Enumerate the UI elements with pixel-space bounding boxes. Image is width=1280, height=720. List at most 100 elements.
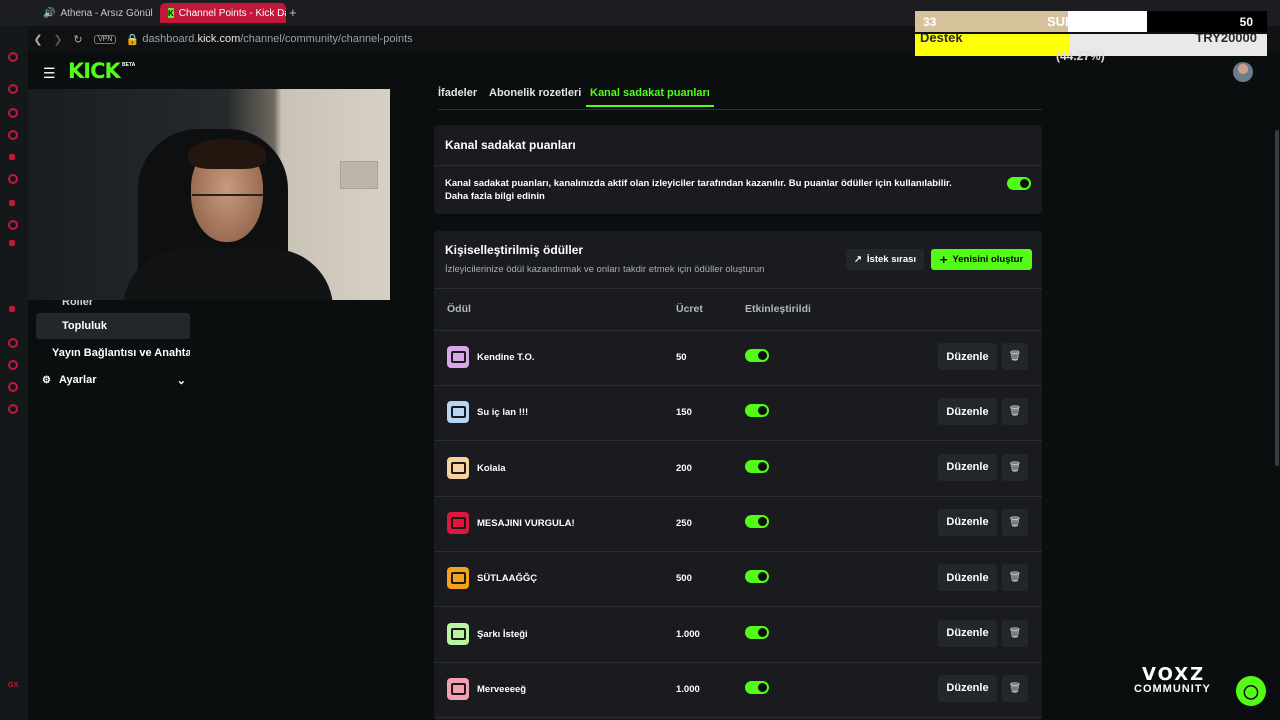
edit-button[interactable]: Düzenle: [938, 564, 997, 592]
vpn-badge[interactable]: VPN: [94, 34, 117, 44]
reward-name: Merveeeeğ: [477, 683, 527, 695]
tab-title: Channel Points - Kick Da: [178, 7, 286, 19]
sidebar-app-icon[interactable]: [9, 154, 15, 160]
edit-button[interactable]: Düzenle: [938, 343, 997, 370]
sidebar-app-icon[interactable]: [9, 306, 15, 312]
menu-icon[interactable]: ☰: [43, 65, 56, 82]
reward-enabled-toggle[interactable]: [745, 404, 769, 418]
sidebar-item-settings[interactable]: ⚙ Ayarlar ⌄: [42, 374, 190, 387]
sidebar-item-community[interactable]: Topluluk: [36, 313, 190, 339]
tab-sub-badges[interactable]: Abonelik rozetleri: [489, 87, 581, 99]
external-link-icon: ↗: [853, 254, 862, 265]
back-icon[interactable]: ❮: [28, 33, 48, 46]
gx-icon[interactable]: GX: [8, 682, 18, 689]
url-domain: kick.com: [197, 33, 241, 45]
donation-percent: (44.27%): [1056, 49, 1105, 63]
trash-icon[interactable]: 🗑: [1002, 453, 1028, 481]
scrollbar[interactable]: [1275, 130, 1279, 466]
speaker-icon[interactable]: 🔊: [43, 8, 55, 19]
forward-icon[interactable]: ❯: [48, 33, 68, 46]
edit-button[interactable]: Düzenle: [938, 398, 997, 426]
trash-icon[interactable]: 🗑: [1002, 674, 1028, 702]
history-icon[interactable]: [8, 360, 18, 370]
sidebar-app-icon[interactable]: [9, 240, 15, 246]
column-cost: Ücret: [676, 303, 703, 315]
reward-icon: [447, 511, 469, 534]
reward-enabled-toggle[interactable]: [745, 570, 769, 584]
sidebar-app-icon[interactable]: [8, 52, 18, 62]
settings-icon[interactable]: [8, 404, 18, 414]
sidebar-app-icon[interactable]: [8, 174, 18, 184]
reward-name: SÜTLAAĞĞÇ: [477, 573, 538, 585]
brand-name: VOXZ: [1142, 664, 1206, 685]
reward-cost: 50: [676, 352, 687, 363]
card-title: Kanal sadakat puanları: [445, 138, 576, 152]
reward-icon: [447, 456, 469, 479]
reward-enabled-toggle[interactable]: [745, 625, 769, 639]
reward-icon: [447, 567, 469, 590]
reward-cost: 200: [676, 462, 692, 474]
url-prefix: dashboard.: [142, 33, 198, 45]
kick-logo[interactable]: KICK: [68, 59, 121, 83]
reward-enabled-toggle[interactable]: [745, 680, 769, 694]
table-row: MESAJINI VURGULA! 250 Düzenle 🗑: [434, 496, 1042, 552]
learn-more-link[interactable]: Daha fazla bilgi edinin: [445, 191, 545, 202]
card-subtitle: İzleyicilerinize ödül kazandırmak ve onl…: [445, 264, 765, 275]
table-row: SÜTLAAĞĞÇ 500 Düzenle 🗑: [434, 551, 1042, 608]
browser-tab[interactable]: 🔊 Athena - Arsız Gönül: [30, 3, 154, 23]
url-field[interactable]: dashboard.kick.com/channel/community/cha…: [142, 33, 412, 45]
sidebar-app-icon[interactable]: [8, 84, 18, 94]
custom-rewards-card: Kişiselleştirilmiş ödüller İzleyicilerin…: [434, 231, 1042, 720]
trash-icon[interactable]: 🗑: [1002, 508, 1028, 536]
reward-name: Su iç lan !!!: [477, 407, 529, 419]
tab-emotes[interactable]: İfadeler: [438, 87, 477, 99]
request-queue-button[interactable]: ↗ İstek sırası: [846, 249, 924, 270]
sidebar-app-icon[interactable]: [8, 220, 18, 230]
sidebar-item-label: Topluluk: [62, 320, 108, 332]
reward-enabled-toggle[interactable]: [745, 459, 769, 473]
trash-icon[interactable]: 🗑: [1002, 619, 1028, 647]
trash-icon[interactable]: 🗑: [1002, 343, 1028, 370]
column-reward: Ödül: [447, 303, 471, 315]
reward-cost: 250: [676, 517, 692, 529]
trash-icon[interactable]: 🗑: [1002, 398, 1028, 426]
edit-button[interactable]: Düzenle: [938, 508, 997, 536]
trash-icon[interactable]: 🗑: [1002, 564, 1028, 592]
reward-name: Kolala: [477, 462, 506, 474]
reward-enabled-toggle[interactable]: [745, 514, 769, 528]
create-reward-button[interactable]: + Yenisini oluştur: [931, 249, 1032, 270]
reward-name: MESAJINI VURGULA!: [477, 517, 575, 529]
reward-enabled-toggle[interactable]: [745, 349, 769, 362]
community-badge-icon: ◯: [1236, 676, 1266, 706]
reward-name: Şarkı İsteği: [477, 628, 528, 640]
sidebar-app-icon[interactable]: [9, 200, 15, 206]
chevron-down-icon: ⌄: [176, 375, 186, 387]
avatar[interactable]: [1233, 62, 1253, 82]
reward-cost: 500: [676, 573, 692, 585]
edit-button[interactable]: Düzenle: [938, 674, 997, 702]
sidebar-app-icon[interactable]: [8, 108, 18, 118]
card-description: Kanal sadakat puanları, kanalınızda akti…: [445, 178, 952, 189]
reward-icon: [447, 622, 469, 645]
content-tabs: İfadeler Abonelik rozetleri Kanal sadaka…: [438, 85, 1042, 110]
reload-icon[interactable]: ↻: [68, 33, 88, 46]
gear-icon: ⚙: [42, 375, 51, 386]
table-row: Kolala 200 Düzenle 🗑: [434, 441, 1042, 497]
new-tab-button[interactable]: +: [289, 5, 297, 20]
lock-icon[interactable]: 🔒: [122, 33, 142, 46]
beta-badge: BETA: [122, 62, 136, 68]
sidebar-app-icon[interactable]: [8, 338, 18, 348]
edit-button[interactable]: Düzenle: [938, 619, 997, 647]
tab-channel-points[interactable]: Kanal sadakat puanları: [586, 87, 714, 107]
reward-cost: 150: [676, 407, 692, 419]
loyalty-enabled-toggle[interactable]: [1007, 177, 1031, 190]
donation-label: Destek: [920, 34, 963, 45]
sidebar-app-icon[interactable]: [8, 130, 18, 140]
browser-sidebar: GX: [0, 0, 28, 720]
reward-cost: 1.000: [676, 628, 700, 640]
sidebar-app-icon[interactable]: [8, 382, 18, 392]
sidebar-item-stream-key[interactable]: Yayın Bağlantısı ve Anahtarı: [52, 347, 190, 359]
table-row: Şarkı İsteği 1.000 Düzenle 🗑: [434, 607, 1042, 663]
edit-button[interactable]: Düzenle: [938, 453, 997, 481]
browser-tab-active[interactable]: K Channel Points - Kick Da: [160, 3, 286, 23]
